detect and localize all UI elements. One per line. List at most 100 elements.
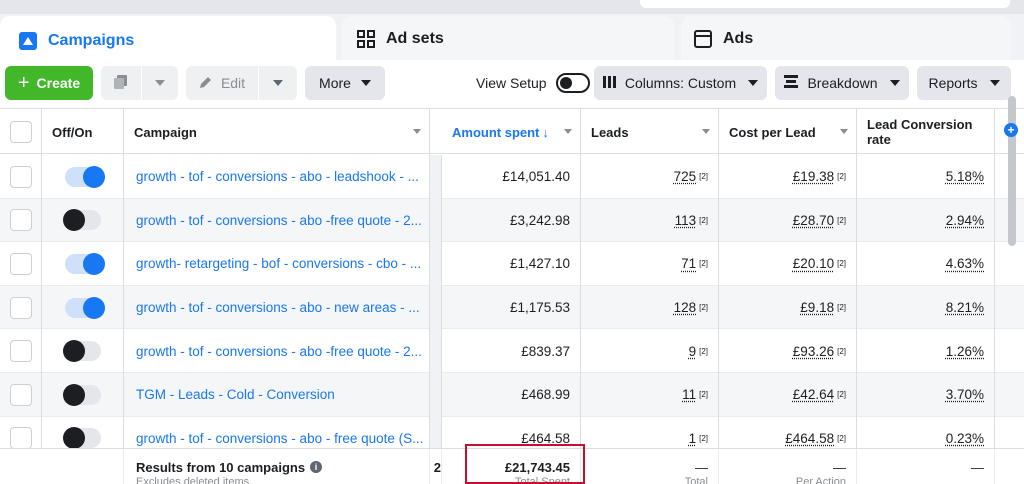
view-setup-toggle[interactable] — [555, 73, 590, 93]
campaign-name-link[interactable]: TGM - Leads - Cold - Conversion — [124, 373, 430, 417]
campaign-toggle[interactable] — [62, 209, 101, 232]
cpl-cell[interactable]: £28.70 [2] — [719, 198, 857, 243]
row-toggle-cell — [42, 329, 124, 373]
leads-cell[interactable]: 113 [2] — [581, 198, 719, 243]
campaign-toggle[interactable] — [62, 427, 101, 450]
reports-button[interactable]: Reports — [917, 66, 1011, 100]
breakdown-icon — [784, 74, 799, 92]
campaign-flag-icon — [18, 31, 38, 51]
plus-icon: + — [17, 71, 30, 94]
column-header-cpl[interactable]: Cost per Lead — [719, 109, 857, 155]
campaign-toggle[interactable] — [62, 383, 101, 406]
campaigns-panel: + Create Edit More View Setup Columns: C… — [0, 60, 1024, 484]
more-label: More — [319, 75, 351, 91]
campaign-toggle[interactable] — [64, 165, 105, 188]
row-toggle-cell — [42, 285, 124, 330]
amount-cell: £1,427.10 — [442, 242, 581, 286]
tab-campaigns[interactable]: Campaigns — [0, 16, 336, 66]
view-setup: View Setup — [476, 66, 590, 100]
toolbar: + Create Edit More View Setup Columns: C… — [0, 60, 1024, 106]
footer-partial-col: 2 — [430, 449, 442, 484]
columns-button[interactable]: Columns: Custom — [594, 66, 767, 100]
more-button[interactable]: More — [305, 66, 385, 100]
duplicate-button[interactable] — [101, 66, 141, 100]
top-strip — [0, 0, 1024, 14]
cpl-cell[interactable]: £42.64 [2] — [719, 373, 857, 417]
edit-dropdown[interactable] — [259, 66, 297, 100]
lcr-cell[interactable]: 3.70% — [857, 373, 995, 417]
cpl-cell[interactable]: £20.10 [2] — [719, 242, 857, 286]
create-button[interactable]: + Create — [5, 66, 93, 100]
campaign-name-link[interactable]: growth - tof - conversions - abo -free q… — [124, 329, 430, 373]
table-row[interactable]: growth - tof - conversions - abo - leads… — [0, 155, 1024, 199]
row-checkbox[interactable] — [9, 427, 32, 450]
row-select-cell — [0, 198, 42, 243]
row-toggle-cell — [42, 198, 124, 243]
row-checkbox[interactable] — [9, 340, 32, 363]
lcr-cell[interactable]: 8.21% — [857, 285, 995, 330]
campaign-toggle[interactable] — [64, 296, 105, 319]
campaign-name-link[interactable]: growth - tof - conversions - abo -free q… — [124, 198, 430, 243]
tab-campaigns-label: Campaigns — [48, 32, 135, 49]
info-icon[interactable]: i — [310, 461, 323, 473]
campaign-name-link[interactable]: growth - tof - conversions - abo - new a… — [124, 285, 430, 330]
sort-icon — [840, 129, 848, 134]
campaign-name-link[interactable]: growth - tof - conversions - abo - leads… — [124, 155, 430, 199]
columns-icon — [602, 75, 617, 92]
leads-cell[interactable]: 9 [2] — [581, 329, 719, 373]
row-checkbox[interactable] — [9, 209, 32, 232]
campaign-toggle[interactable] — [62, 340, 101, 363]
row-select-cell — [0, 329, 42, 373]
row-checkbox[interactable] — [9, 252, 32, 275]
select-all-cell — [0, 109, 42, 155]
select-all-checkbox[interactable] — [9, 121, 32, 143]
cpl-cell[interactable]: £19.38 [2] — [719, 155, 857, 199]
chevron-down-icon — [748, 80, 759, 86]
column-divider — [430, 373, 442, 417]
footer-results: Results from 10 campaigns i Excludes del… — [124, 449, 430, 484]
lcr-cell[interactable]: 1.26% — [857, 329, 995, 373]
column-header-amount[interactable]: Amount spent ↓ — [442, 109, 581, 155]
table-row[interactable]: growth - tof - conversions - abo -free q… — [0, 329, 1024, 373]
sort-icon — [564, 129, 572, 134]
chevron-down-icon — [155, 80, 165, 86]
leads-cell[interactable]: 128 [2] — [581, 285, 719, 330]
breakdown-button[interactable]: Breakdown — [775, 66, 909, 100]
campaign-name-link[interactable]: growth- retargeting - bof - conversions … — [124, 242, 430, 286]
campaign-toggle[interactable] — [64, 252, 105, 275]
row-toggle-cell — [42, 155, 124, 199]
leads-cell[interactable]: 71 [2] — [581, 242, 719, 286]
row-checkbox[interactable] — [9, 296, 32, 319]
level-tabs: Campaigns Ad sets Ads — [0, 16, 1024, 66]
tab-ads[interactable]: Ads — [681, 16, 1011, 62]
table-row[interactable]: TGM - Leads - Cold - Conversion £468.99 11… — [0, 373, 1024, 417]
table-row[interactable]: growth- retargeting - bof - conversions … — [0, 242, 1024, 286]
footer-cpl-total: — Per Action — [719, 449, 857, 484]
column-divider — [430, 329, 442, 373]
row-toggle-cell — [42, 242, 124, 286]
duplicate-dropdown[interactable] — [142, 66, 178, 100]
leads-cell[interactable]: 725 [2] — [581, 155, 719, 199]
row-select-cell — [0, 155, 42, 199]
lcr-cell[interactable]: 5.18% — [857, 155, 995, 199]
row-checkbox[interactable] — [9, 383, 32, 406]
cpl-cell[interactable]: £93.26 [2] — [719, 329, 857, 373]
row-checkbox[interactable] — [9, 165, 32, 188]
reports-label: Reports — [928, 75, 978, 91]
lcr-cell[interactable]: 4.63% — [857, 242, 995, 286]
edit-button[interactable]: Edit — [186, 66, 258, 100]
vertical-scrollbar[interactable] — [1008, 96, 1016, 246]
cpl-cell[interactable]: £9.18 [2] — [719, 285, 857, 330]
results-label: Results from 10 campaigns — [136, 459, 306, 475]
table-row[interactable]: growth - tof - conversions - abo - new a… — [0, 285, 1024, 330]
column-header-leads[interactable]: Leads — [581, 109, 719, 155]
tab-ad-sets[interactable]: Ad sets — [342, 16, 674, 62]
add-column-icon[interactable]: + — [1004, 123, 1018, 137]
column-header-offon: Off/On — [42, 109, 124, 155]
leads-cell[interactable]: 11 [2] — [581, 373, 719, 417]
lcr-cell[interactable]: 2.94% — [857, 198, 995, 243]
columns-label: Columns: Custom — [624, 75, 737, 91]
column-header-campaign[interactable]: Campaign — [124, 109, 430, 155]
column-header-lcr[interactable]: Lead Conversion rate — [857, 109, 995, 155]
table-row[interactable]: growth - tof - conversions - abo -free q… — [0, 198, 1024, 243]
